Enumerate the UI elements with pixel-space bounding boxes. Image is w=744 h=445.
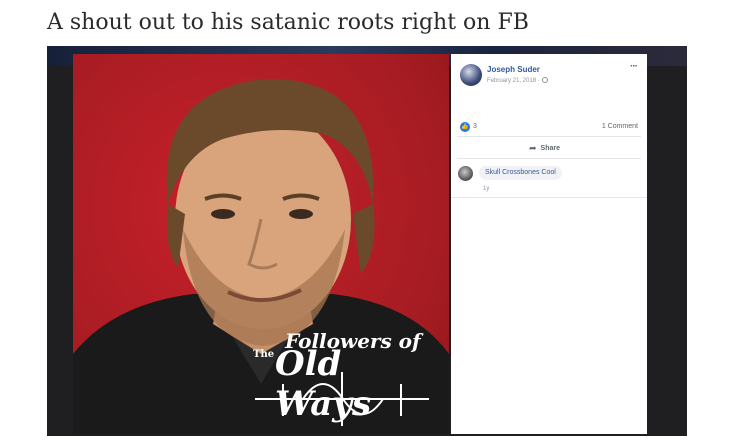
author-name[interactable]: Joseph Suder [487, 65, 540, 74]
divider [457, 158, 641, 159]
like-count[interactable]: 3 [473, 123, 477, 130]
divider [457, 136, 641, 137]
logo-prefix: The [253, 349, 275, 360]
author-avatar[interactable] [460, 64, 482, 86]
share-label: Share [540, 145, 561, 152]
like-icon[interactable]: 👍 [460, 122, 470, 132]
commenter-name[interactable]: Skull Crossbones Cool [485, 169, 556, 176]
post-date-text: February 21, 2018 · [487, 78, 540, 84]
facebook-screenshot: The Followers of Old Ways Joseph Suder F… [47, 46, 687, 436]
post-side-panel: Joseph Suder February 21, 2018 · ··· 👍 3… [451, 54, 647, 434]
more-options-button[interactable]: ··· [630, 61, 638, 72]
divider [451, 197, 647, 198]
logo-line2: Old Ways [275, 344, 372, 424]
globe-icon [541, 77, 548, 83]
article-headline: A shout out to his satanic roots right o… [47, 10, 529, 35]
post-date[interactable]: February 21, 2018 · [487, 77, 548, 84]
share-button[interactable]: ➦ Share [529, 143, 560, 154]
share-icon: ➦ [529, 143, 537, 153]
post-photo[interactable]: The Followers of Old Ways [73, 54, 449, 434]
comment-bubble: Skull Crossbones Cool [479, 166, 562, 180]
comment-time[interactable]: 1y [483, 186, 489, 192]
comment-count[interactable]: 1 Comment [602, 123, 638, 130]
commenter-avatar[interactable] [458, 166, 473, 181]
